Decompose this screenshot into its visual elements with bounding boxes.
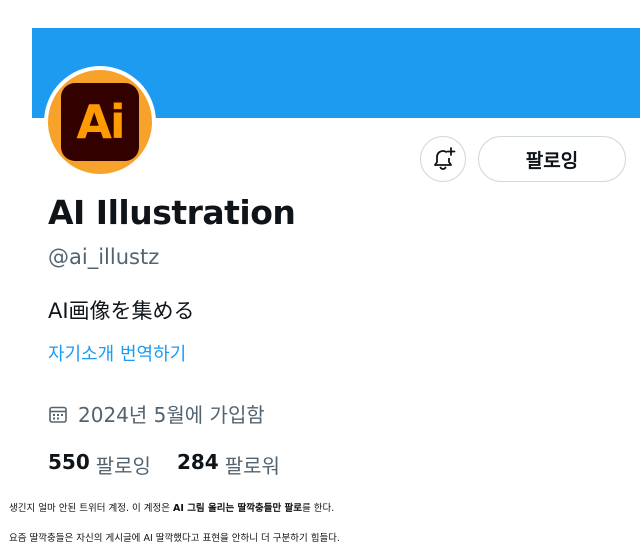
- calendar-icon: [49, 406, 67, 423]
- avatar-logo-text: Ai: [76, 95, 125, 149]
- caption-line-1-part-1: 생긴지 얼마 안된 트위터 계정. 이 계정은: [9, 503, 173, 514]
- display-name: AI Illustration: [48, 193, 296, 232]
- join-date: 2024년 5월에 가입함: [48, 399, 265, 428]
- avatar-logo-tile: Ai: [61, 83, 139, 161]
- following-stat[interactable]: 550 팔로잉: [48, 450, 151, 479]
- profile-bio: AI画像を集める: [48, 299, 195, 323]
- following-button[interactable]: 팔로잉: [478, 136, 626, 182]
- caption-line-1-part-2: 를 한다.: [302, 503, 335, 514]
- avatar[interactable]: Ai: [48, 70, 152, 174]
- followers-label: 팔로워: [224, 454, 280, 478]
- user-handle: @ai_illustz: [48, 245, 160, 269]
- translate-bio-link[interactable]: 자기소개 번역하기: [48, 340, 186, 366]
- followers-count: 284: [176, 450, 219, 474]
- following-label: 팔로잉: [95, 454, 151, 478]
- notify-button[interactable]: [420, 136, 466, 182]
- followers-stat[interactable]: 284 팔로워: [177, 450, 280, 479]
- caption-line-2: 요즘 딸깍충들은 자신의 게시글에 AI 딸깍했다고 표현을 안하니 더 구분하…: [9, 533, 340, 544]
- bell-plus-icon: [434, 147, 456, 170]
- join-date-text: 2024년 5월에 가입함: [78, 403, 265, 427]
- caption-line-1-bold: AI 그림 올리는 딸깍충들만 팔로: [173, 503, 302, 514]
- caption-line-1: 생긴지 얼마 안된 트위터 계정. 이 계정은 AI 그림 올리는 딸깍충들만 …: [9, 500, 334, 514]
- following-count: 550: [48, 450, 90, 474]
- profile-stats: 550 팔로잉 284 팔로워: [48, 450, 280, 479]
